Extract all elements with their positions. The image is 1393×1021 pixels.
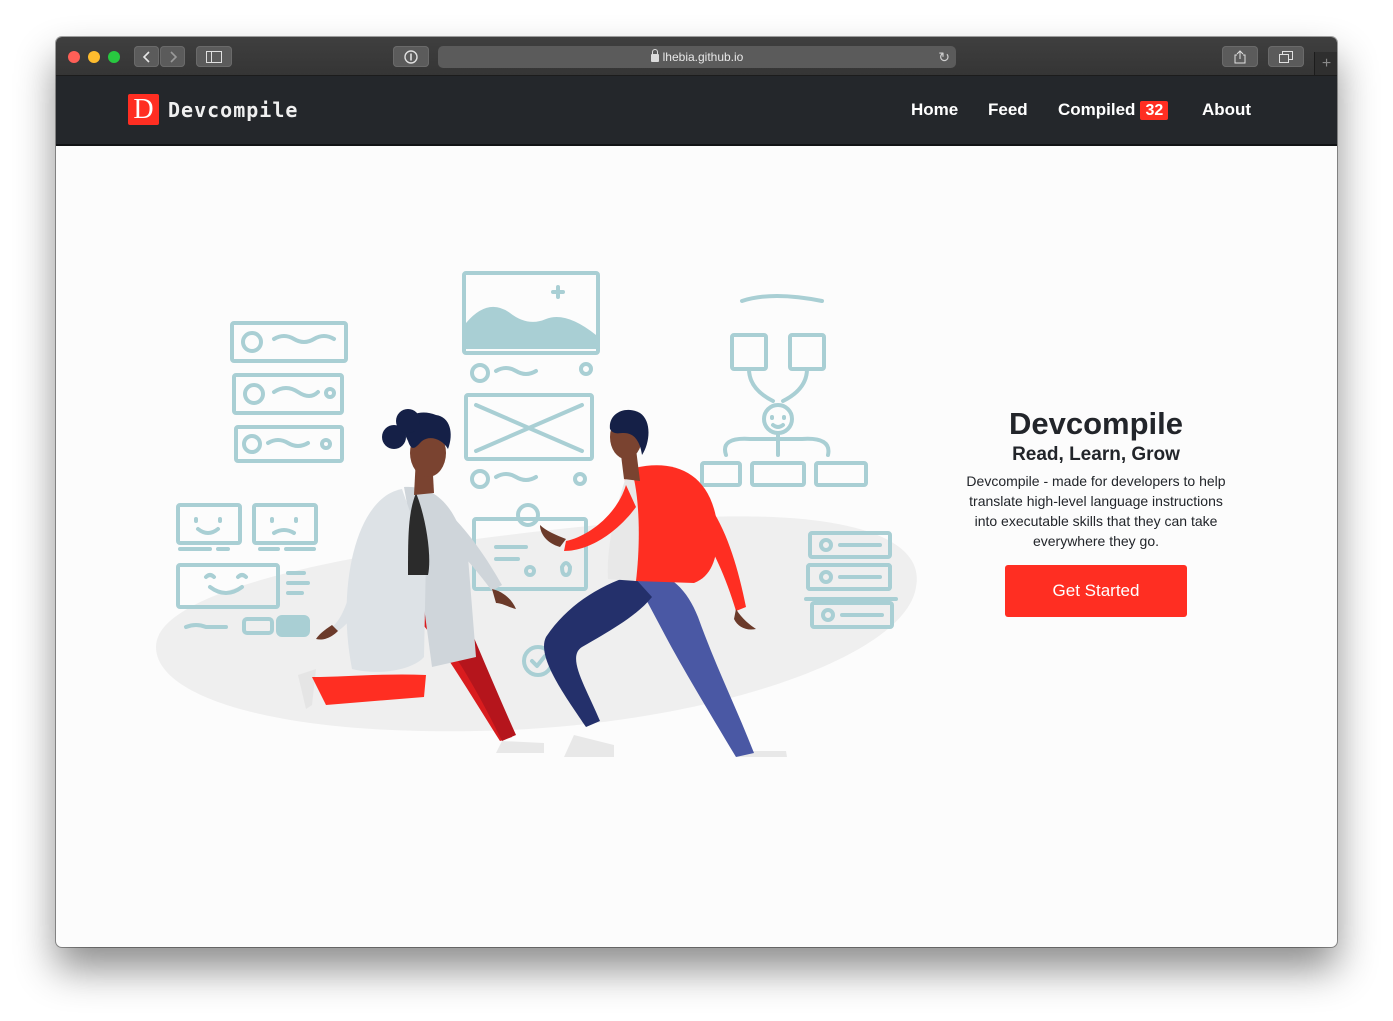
chevron-right-icon xyxy=(169,50,177,63)
hero-description: Devcompile - made for developers to help… xyxy=(966,473,1226,549)
new-tab-button[interactable]: + xyxy=(1314,52,1337,75)
sidebar-toggle-button[interactable] xyxy=(196,46,232,67)
zoom-window-button[interactable] xyxy=(108,51,120,63)
password-icon xyxy=(404,49,418,64)
tabs-overview-button[interactable] xyxy=(1268,46,1304,67)
minimize-window-button[interactable] xyxy=(88,51,100,63)
lock-icon xyxy=(650,49,659,62)
get-started-button[interactable]: Get Started xyxy=(1005,565,1187,617)
hero-subtitle: Read, Learn, Grow xyxy=(1012,444,1180,465)
password-manager-button[interactable] xyxy=(393,46,429,67)
back-button[interactable] xyxy=(134,46,159,67)
nav-compiled-label: Compiled xyxy=(1058,100,1136,119)
logo-icon[interactable]: D xyxy=(128,94,159,125)
tabs-icon xyxy=(1279,50,1293,63)
share-icon xyxy=(1234,49,1246,63)
url-text: lhebia.github.io xyxy=(662,50,744,64)
site-navbar: D Devcompile Home Feed Compiled 32 About xyxy=(56,76,1337,146)
browser-window: lhebia.github.io ↻ + D Devcompile Home F… xyxy=(56,37,1337,947)
address-bar[interactable]: lhebia.github.io ↻ xyxy=(438,46,956,68)
hero-text-block: Devcompile Read, Learn, Grow Devcompile … xyxy=(936,405,1256,551)
chevron-left-icon xyxy=(142,50,150,63)
browser-toolbar: lhebia.github.io ↻ + xyxy=(56,37,1337,76)
hero-title: Devcompile xyxy=(1008,406,1183,441)
nav-home[interactable]: Home xyxy=(911,100,958,120)
nav-compiled[interactable]: Compiled 32 xyxy=(1058,100,1169,120)
compiled-count-badge: 32 xyxy=(1140,101,1169,120)
forward-button[interactable] xyxy=(160,46,185,67)
brand-name[interactable]: Devcompile xyxy=(168,98,298,122)
reload-icon[interactable]: ↻ xyxy=(938,49,950,66)
share-button[interactable] xyxy=(1222,46,1258,67)
hero-illustration xyxy=(156,271,917,757)
close-window-button[interactable] xyxy=(68,51,80,63)
nav-feed[interactable]: Feed xyxy=(988,100,1028,120)
sidebar-icon xyxy=(206,50,222,63)
nav-about[interactable]: About xyxy=(1202,100,1251,120)
